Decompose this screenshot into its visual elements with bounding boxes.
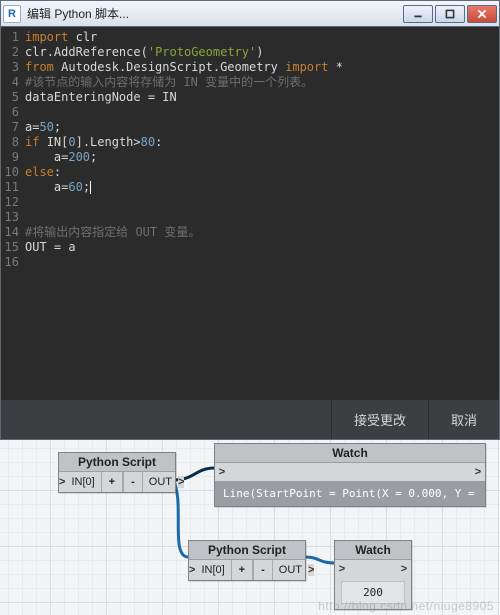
node-title: Watch (335, 541, 411, 560)
line-gutter: 12345678910111213141516 (1, 27, 23, 399)
minimize-button[interactable] (403, 5, 433, 23)
input-port-icon[interactable]: > (215, 463, 229, 481)
add-input-button[interactable]: + (231, 560, 253, 580)
node-title: Python Script (189, 541, 305, 560)
output-port-icon[interactable]: > (397, 560, 411, 578)
editor-footer: 接受更改 取消 (1, 399, 499, 439)
window-title: 编辑 Python 脚本... (27, 5, 401, 22)
output-port-icon[interactable]: > (471, 463, 485, 481)
node-watch-1[interactable]: Watch > > Line(StartPoint = Point(X = 0.… (214, 443, 486, 507)
titlebar[interactable]: R 编辑 Python 脚本... (1, 1, 499, 27)
remove-input-button[interactable]: - (253, 560, 273, 580)
input-port-icon[interactable]: > (335, 560, 349, 578)
python-editor-window: R 编辑 Python 脚本... 1234567891011121314151… (0, 0, 500, 440)
output-label: OUT (143, 472, 178, 492)
node-python-script-2[interactable]: Python Script > IN[0] + - OUT > (188, 540, 306, 581)
add-input-button[interactable]: + (101, 472, 123, 492)
accept-button[interactable]: 接受更改 (331, 400, 428, 439)
watermark-text: http://blog.csdn.net/niuge8905 (318, 599, 494, 613)
node-title: Python Script (59, 453, 175, 472)
watch-value: Line(StartPoint = Point(X = 0.000, Y = (215, 481, 485, 506)
remove-input-button[interactable]: - (123, 472, 143, 492)
node-python-script-1[interactable]: Python Script > IN[0] + - OUT > (58, 452, 176, 493)
code-editor[interactable]: 12345678910111213141516 import clrclr.Ad… (1, 27, 499, 399)
input-label: IN[0] (65, 472, 100, 492)
close-button[interactable] (467, 5, 497, 23)
maximize-button[interactable] (435, 5, 465, 23)
app-icon: R (3, 5, 21, 23)
output-label: OUT (273, 560, 308, 580)
output-port-icon[interactable]: > (308, 564, 314, 576)
input-label: IN[0] (195, 560, 230, 580)
output-port-icon[interactable]: > (178, 476, 184, 488)
node-canvas[interactable]: Python Script > IN[0] + - OUT > Watch > … (0, 440, 500, 615)
code-content[interactable]: import clrclr.AddReference('ProtoGeometr… (23, 27, 499, 399)
cancel-button[interactable]: 取消 (428, 400, 499, 439)
node-title: Watch (215, 444, 485, 463)
